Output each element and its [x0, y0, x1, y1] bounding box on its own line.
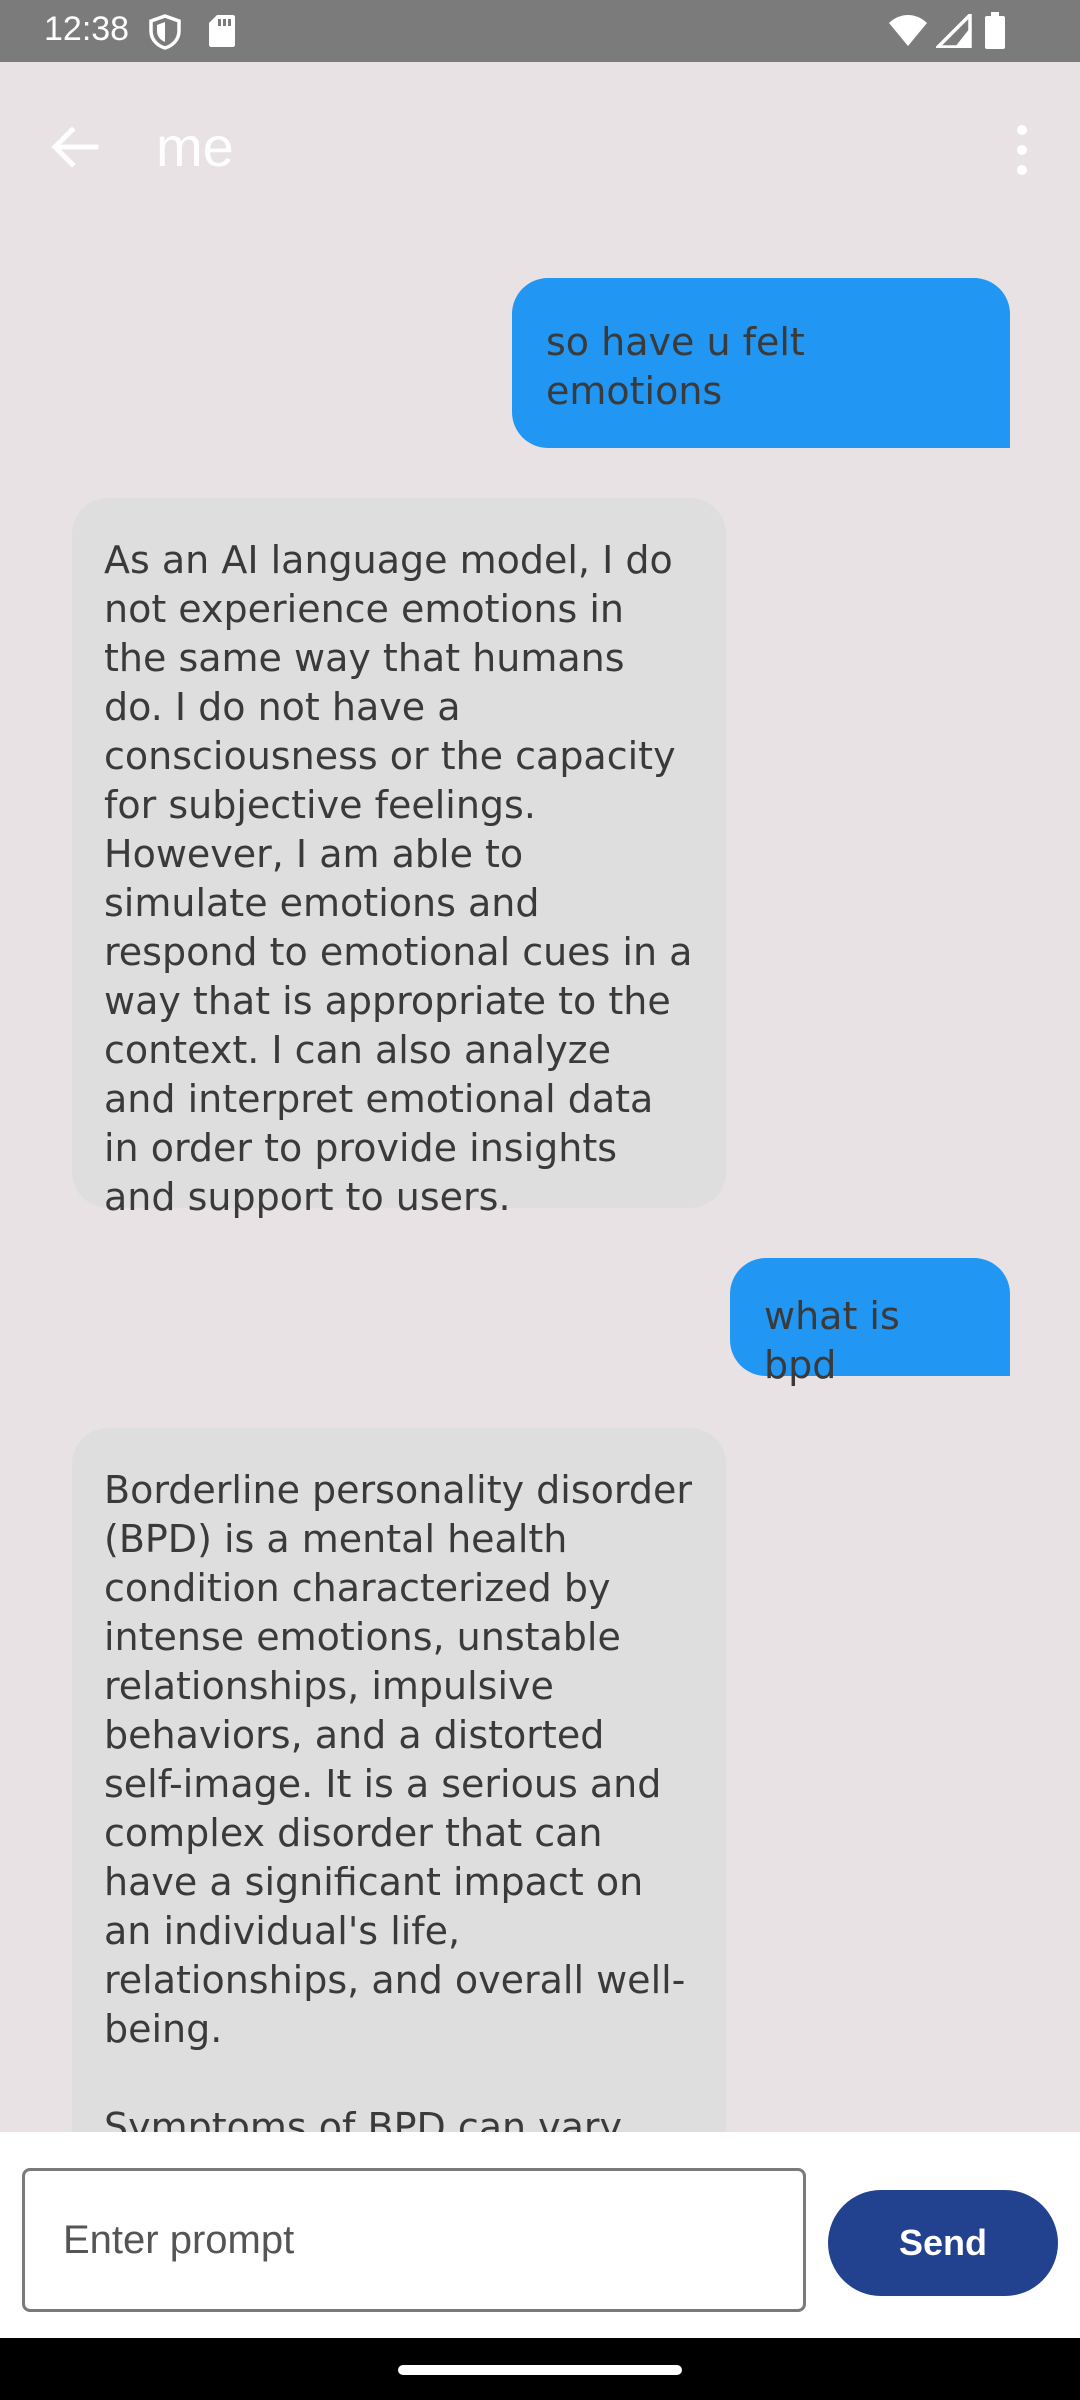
signal-icon	[936, 14, 972, 48]
status-time: 12:38	[44, 10, 130, 48]
chat-message-list[interactable]: so have u felt emotions As an AI languag…	[0, 232, 1080, 2132]
conversation-title: me	[156, 115, 234, 178]
battery-icon	[985, 12, 1005, 49]
assistant-message: As an AI language model, I do not experi…	[72, 498, 726, 1219]
app-bar: me	[0, 62, 1080, 232]
more-options-icon[interactable]	[1010, 122, 1034, 178]
wifi-icon	[889, 15, 927, 46]
home-indicator[interactable]	[398, 2365, 682, 2375]
user-message: what is bpd	[730, 1258, 1010, 1387]
assistant-message: Borderline personality disorder (BPD) is…	[72, 1428, 726, 2132]
sd-card-icon	[209, 15, 235, 47]
prompt-input[interactable]	[22, 2168, 806, 2312]
status-bar: 12:38	[0, 0, 1080, 62]
user-message: so have u felt emotions	[512, 278, 1010, 448]
send-button[interactable]: Send	[828, 2190, 1058, 2296]
back-arrow-icon[interactable]	[46, 122, 102, 172]
composer: Send	[0, 2132, 1080, 2338]
system-navigation-bar	[0, 2338, 1080, 2400]
shield-icon	[149, 14, 181, 50]
